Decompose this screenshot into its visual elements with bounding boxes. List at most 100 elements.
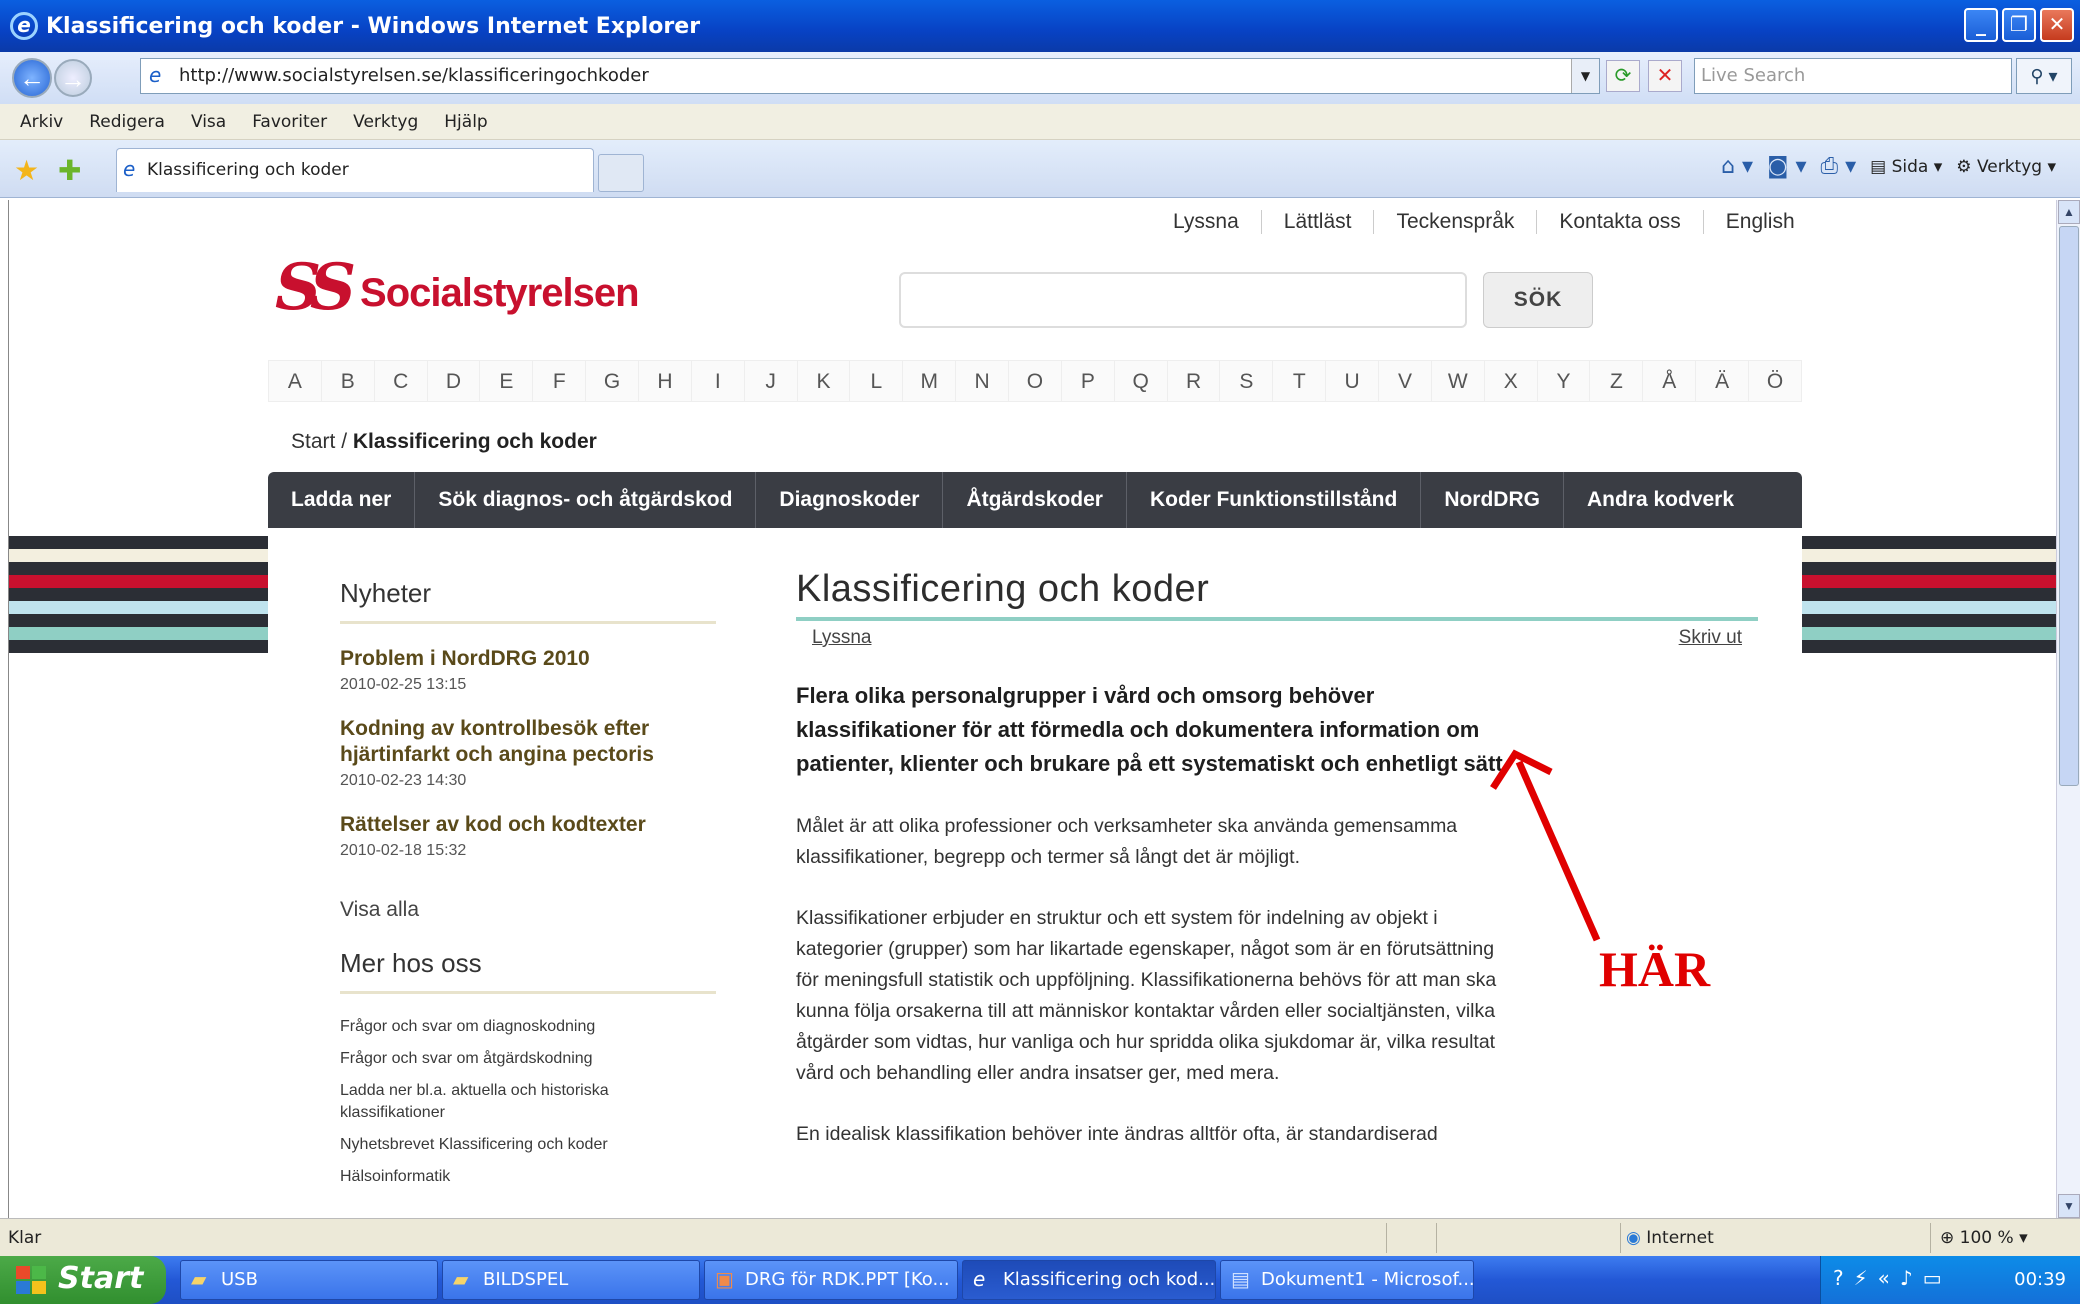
alphabet-letter[interactable]: R <box>1166 361 1220 401</box>
alphabet-letter[interactable]: C <box>373 361 427 401</box>
minimize-button[interactable]: _ <box>1964 8 1998 42</box>
alphabet-letter[interactable]: P <box>1060 361 1114 401</box>
tab-klassificering[interactable]: e Klassificering och koder <box>116 148 594 192</box>
scroll-up-icon[interactable]: ▲ <box>2058 200 2080 224</box>
vertical-scrollbar[interactable]: ▲ ▼ <box>2056 200 2080 1218</box>
top-link-teckensprak[interactable]: Teckenspråk <box>1373 210 1536 234</box>
alphabet-letter[interactable]: Z <box>1589 361 1642 401</box>
top-link-english[interactable]: English <box>1702 210 1817 234</box>
menu-item-arkiv[interactable]: Arkiv <box>20 112 63 132</box>
address-dropdown-icon[interactable]: ▼ <box>1571 59 1599 93</box>
alphabet-letter[interactable]: J <box>743 361 797 401</box>
alphabet-letter[interactable]: Q <box>1113 361 1167 401</box>
feeds-icon[interactable]: ◙ ▾ <box>1767 154 1806 179</box>
zoom-level[interactable]: ⊕ 100 % ▾ <box>1940 1228 2028 1248</box>
start-button[interactable]: Start <box>0 1256 166 1304</box>
news-item[interactable]: Kodning av kontrollbesök efter hjärtinfa… <box>340 716 716 790</box>
nav-diagnoskoder[interactable]: Diagnoskoder <box>756 472 944 528</box>
news-title[interactable]: Kodning av kontrollbesök efter hjärtinfa… <box>340 716 716 768</box>
alphabet-letter[interactable]: Y <box>1536 361 1590 401</box>
tools-menu-button[interactable]: ⚙ Verktyg ▾ <box>1956 157 2056 177</box>
close-window-button[interactable]: ✕ <box>2040 8 2074 42</box>
alphabet-letter[interactable]: W <box>1430 361 1484 401</box>
news-title[interactable]: Problem i NordDRG 2010 <box>340 646 716 672</box>
forward-button[interactable]: → <box>54 59 92 97</box>
taskbar-item-word[interactable]: ▤ Dokument1 - Microsof... <box>1220 1260 1474 1300</box>
restore-button[interactable]: ❐ <box>2002 8 2036 42</box>
alphabet-letter[interactable]: T <box>1272 361 1325 401</box>
print-icon[interactable]: ⎙ ▾ <box>1821 154 1857 179</box>
link-halsoinformatik[interactable]: Hälsoinformatik <box>340 1166 716 1188</box>
link-faq-atgard[interactable]: Frågor och svar om åtgärdskodning <box>340 1048 716 1070</box>
alphabet-letter[interactable]: L <box>849 361 902 401</box>
alphabet-letter[interactable]: I <box>690 361 744 401</box>
alphabet-letter[interactable]: B <box>320 361 374 401</box>
monitor-icon[interactable]: ▭ <box>1923 1266 1942 1290</box>
menu-item-favoriter[interactable]: Favoriter <box>252 112 327 132</box>
nav-ladda-ner[interactable]: Ladda ner <box>268 472 416 528</box>
nav-sok-kod[interactable]: Sök diagnos- och åtgärdskod <box>415 472 757 528</box>
address-field[interactable]: e http://www.socialstyrelsen.se/klassifi… <box>140 58 1600 94</box>
site-search-input[interactable] <box>899 272 1467 328</box>
alphabet-letter[interactable]: G <box>585 361 638 401</box>
alphabet-letter[interactable]: N <box>955 361 1008 401</box>
scroll-down-icon[interactable]: ▼ <box>2058 1194 2080 1218</box>
live-search-input[interactable]: Live Search <box>1694 58 2012 94</box>
home-icon[interactable]: ⌂ ▾ <box>1721 154 1753 179</box>
alphabet-letter[interactable]: Å <box>1642 361 1695 401</box>
link-newsletter[interactable]: Nyhetsbrevet Klassificering och koder <box>340 1134 716 1156</box>
menu-item-visa[interactable]: Visa <box>191 112 226 132</box>
favorites-star-icon[interactable]: ★ <box>14 154 39 187</box>
alphabet-letter[interactable]: X <box>1483 361 1537 401</box>
link-faq-diagnos[interactable]: Frågor och svar om diagnoskodning <box>340 1016 716 1038</box>
alphabet-letter[interactable]: S <box>1219 361 1272 401</box>
nav-funktionstillstand[interactable]: Koder Funktionstillstånd <box>1127 472 1422 528</box>
taskbar-item-usb[interactable]: ▰ USB <box>180 1260 438 1300</box>
refresh-button[interactable]: ⟳ <box>1606 60 1640 92</box>
add-favorite-icon[interactable]: ✚ <box>58 154 81 187</box>
listen-link[interactable]: Lyssna <box>812 627 872 649</box>
alphabet-letter[interactable]: K <box>796 361 850 401</box>
news-item[interactable]: Rättelser av kod och kodtexter 2010-02-1… <box>340 812 716 860</box>
alphabet-letter[interactable]: D <box>426 361 480 401</box>
menu-item-redigera[interactable]: Redigera <box>89 112 165 132</box>
print-link[interactable]: Skriv ut <box>1679 627 1742 649</box>
alphabet-letter[interactable]: H <box>638 361 691 401</box>
breadcrumb-start[interactable]: Start <box>291 430 335 453</box>
nav-norddrg[interactable]: NordDRG <box>1421 472 1564 528</box>
link-download[interactable]: Ladda ner bl.a. aktuella och historiska … <box>340 1080 716 1124</box>
socialstyrelsen-logo[interactable]: SS Socialstyrelsen <box>275 256 640 320</box>
network-icon[interactable]: ⚡ <box>1854 1266 1868 1290</box>
top-link-kontakta[interactable]: Kontakta oss <box>1536 210 1702 234</box>
volume-icon[interactable]: ♪ <box>1900 1266 1913 1290</box>
menu-item-verktyg[interactable]: Verktyg <box>353 112 418 132</box>
show-all-link[interactable]: Visa alla <box>340 898 716 922</box>
alphabet-letter[interactable]: F <box>532 361 585 401</box>
tray-expand-icon[interactable]: « <box>1878 1266 1890 1290</box>
alphabet-letter[interactable]: U <box>1325 361 1378 401</box>
news-title[interactable]: Rättelser av kod och kodtexter <box>340 812 716 838</box>
taskbar-item-powerpoint[interactable]: ▣ DRG för RDK.PPT [Ko... <box>704 1260 958 1300</box>
taskbar-item-bildspel[interactable]: ▰ BILDSPEL <box>442 1260 700 1300</box>
alphabet-letter[interactable]: A <box>269 361 321 401</box>
news-item[interactable]: Problem i NordDRG 2010 2010-02-25 13:15 <box>340 646 716 694</box>
alphabet-letter[interactable]: Ä <box>1695 361 1748 401</box>
search-go-button[interactable]: ⚲ ▾ <box>2016 58 2072 94</box>
alphabet-letter[interactable]: O <box>1008 361 1061 401</box>
stop-button[interactable]: ✕ <box>1648 60 1682 92</box>
nav-andra-kodverk[interactable]: Andra kodverk <box>1564 472 1757 528</box>
alphabet-letter[interactable]: Ö <box>1748 361 1801 401</box>
top-link-lattlast[interactable]: Lättläst <box>1260 210 1374 234</box>
new-tab-button[interactable] <box>598 154 644 192</box>
help-icon[interactable]: ? <box>1833 1266 1844 1290</box>
nav-atgardskoder[interactable]: Åtgärdskoder <box>943 472 1127 528</box>
page-menu-button[interactable]: ▤ Sida ▾ <box>1870 157 1942 177</box>
taskbar-item-ie[interactable]: e Klassificering och kod... <box>962 1260 1216 1300</box>
alphabet-letter[interactable]: E <box>479 361 532 401</box>
alphabet-letter[interactable]: V <box>1378 361 1431 401</box>
back-button[interactable]: ← <box>12 58 52 98</box>
scroll-thumb[interactable] <box>2059 226 2079 786</box>
alphabet-letter[interactable]: M <box>902 361 955 401</box>
top-link-lyssna[interactable]: Lyssna <box>1151 210 1261 234</box>
menu-item-hjalp[interactable]: Hjälp <box>444 112 487 132</box>
